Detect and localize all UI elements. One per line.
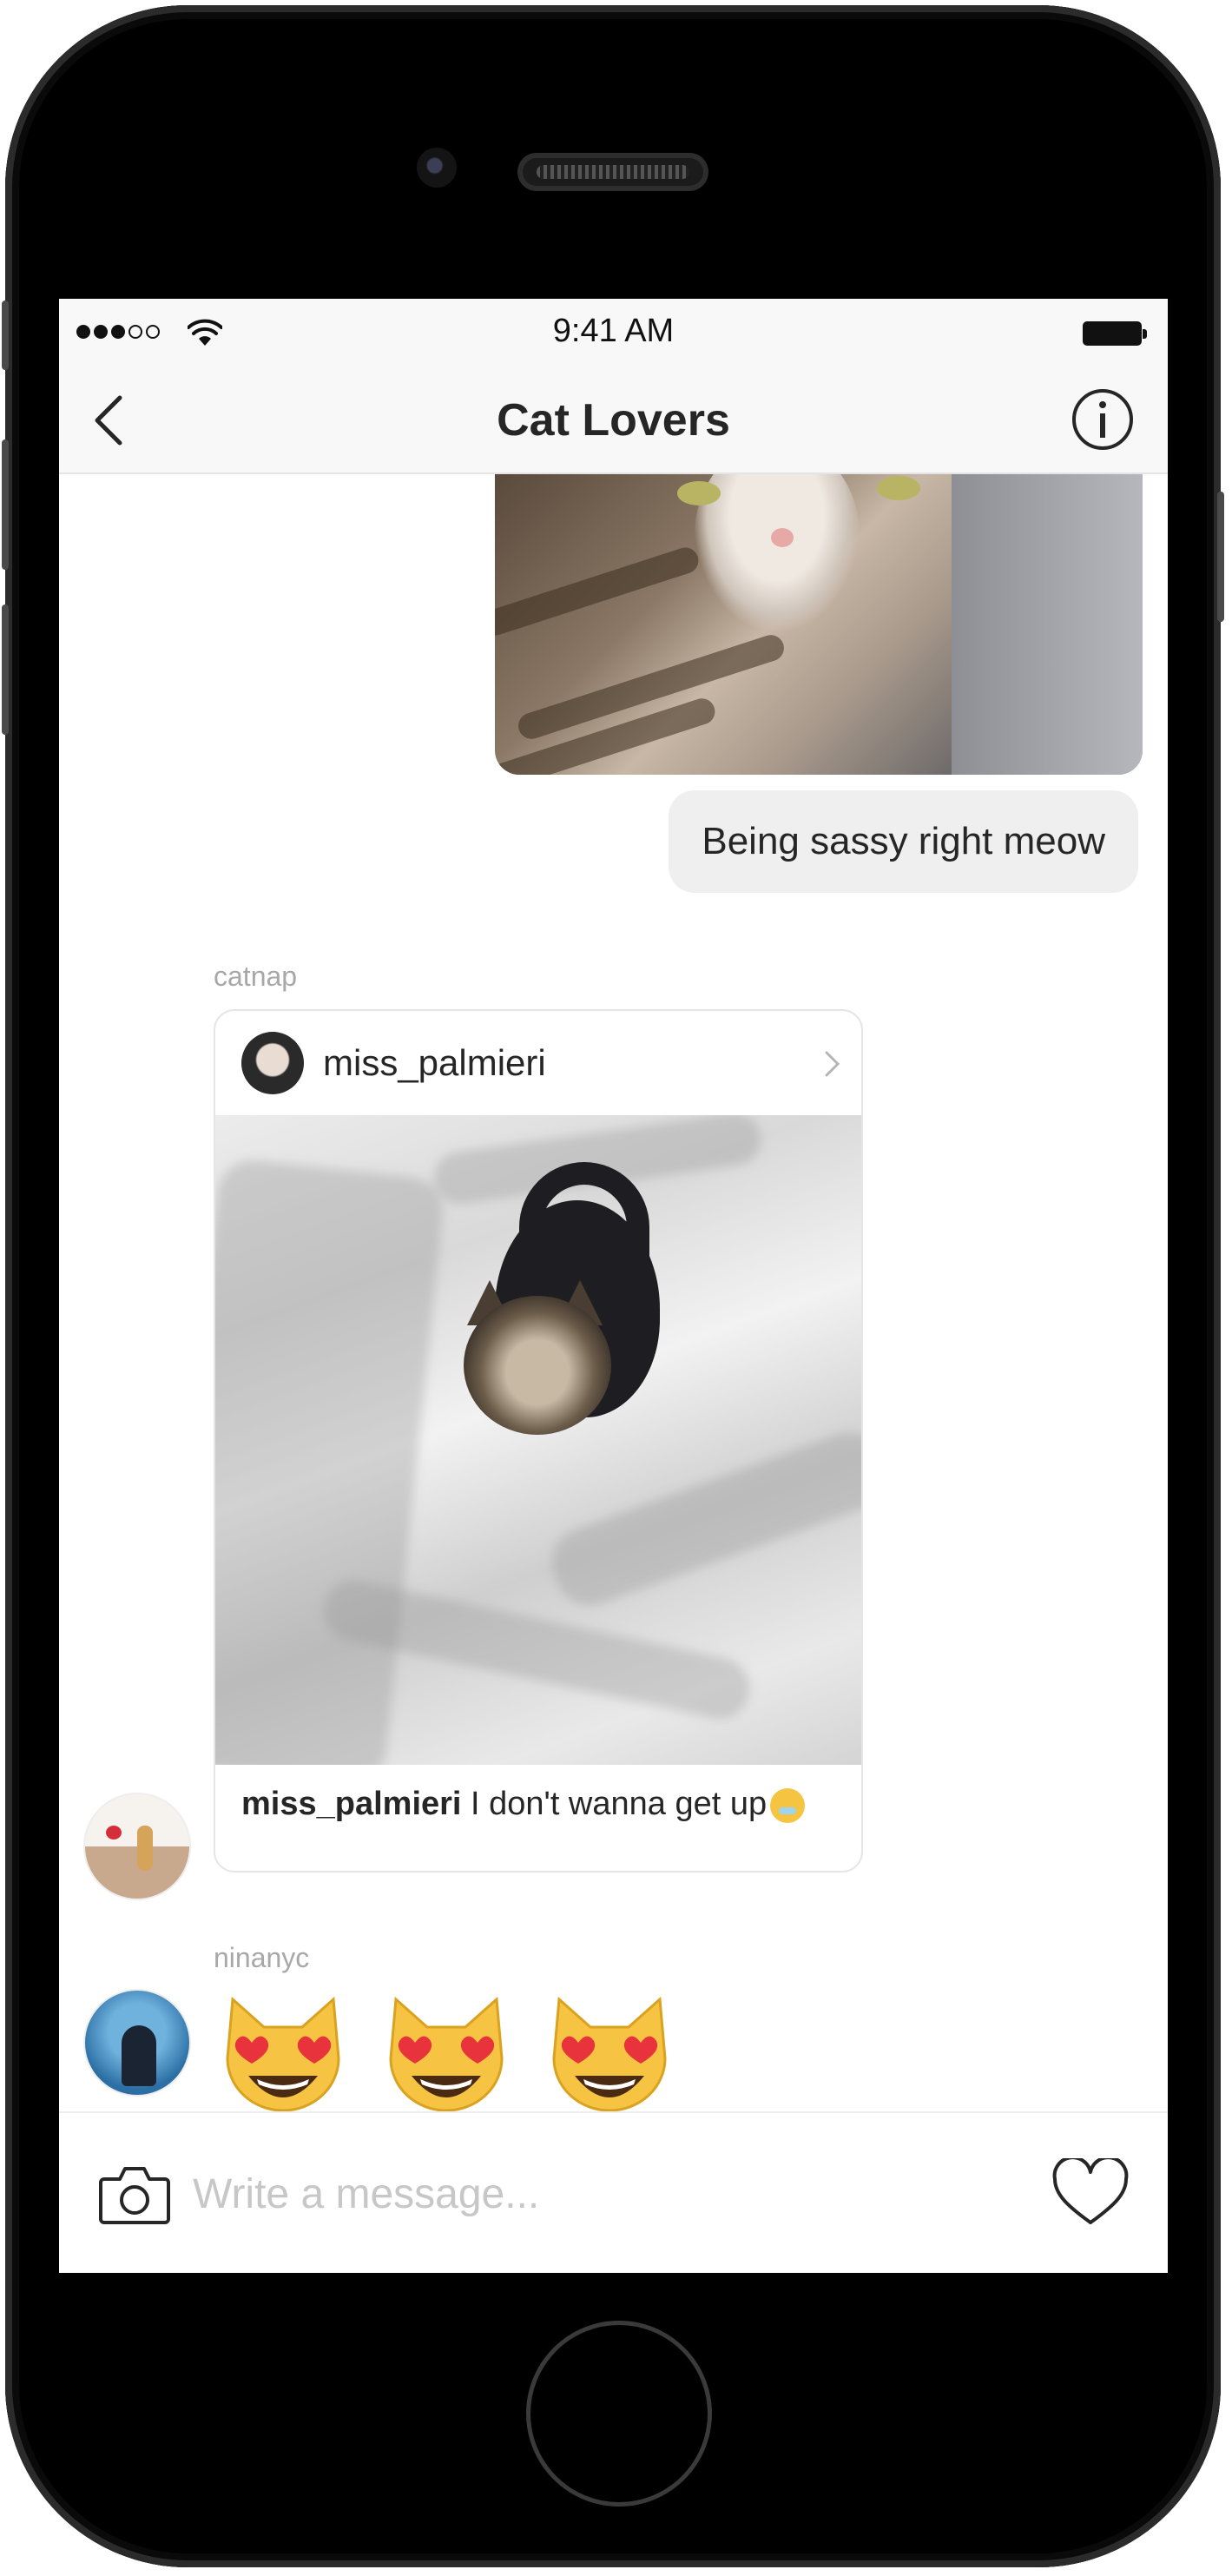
avatar[interactable]	[83, 1793, 191, 1900]
avatar	[241, 1032, 304, 1094]
shared-post-image[interactable]	[215, 1115, 861, 1765]
battery-icon	[1083, 321, 1147, 346]
camera-icon[interactable]	[97, 2158, 172, 2228]
avatar[interactable]	[83, 1989, 191, 2097]
sent-text-bubble[interactable]: Being sassy right meow	[669, 790, 1138, 893]
status-bar: 9:41 AM	[59, 299, 1168, 361]
power-button	[1217, 492, 1224, 622]
shared-post-header[interactable]: miss_palmieri	[215, 1011, 861, 1115]
chevron-right-icon	[825, 1051, 840, 1077]
sender-name-label: ninanyc	[214, 1942, 310, 1973]
home-button[interactable]	[526, 2321, 712, 2507]
info-circle-icon[interactable]	[1071, 387, 1135, 452]
shared-post-card[interactable]: miss_palmieri miss_palmieri I don't wann…	[214, 1009, 863, 1873]
sent-photo-message[interactable]	[495, 474, 1143, 775]
status-time: 9:41 AM	[552, 313, 675, 349]
message-input[interactable]	[191, 2150, 976, 2238]
sender-name-label: catnap	[214, 961, 298, 992]
mute-switch	[2, 301, 9, 370]
screen: 9:41 AM Cat Lovers Being sassy right meo…	[59, 299, 1168, 2273]
heart-icon[interactable]	[1051, 2158, 1130, 2228]
navigation-bar: Cat Lovers	[59, 361, 1168, 474]
heart-eyes-cat-icon	[389, 1996, 504, 2112]
volume-up-button	[2, 439, 9, 570]
emoji-message[interactable]	[214, 1989, 679, 2112]
message-thread[interactable]: Being sassy right meow catnap miss_palmi…	[59, 474, 1168, 2112]
volume-down-button	[2, 604, 9, 735]
caption-username: miss_palmieri	[241, 1786, 462, 1822]
thread-title: Cat Lovers	[497, 395, 730, 446]
earpiece-speaker	[517, 153, 708, 191]
message-composer	[59, 2111, 1168, 2273]
post-caption: miss_palmieri I don't wanna get up	[241, 1786, 806, 1823]
sweat-emoji-icon	[770, 1787, 806, 1823]
heart-eyes-cat-icon	[226, 1996, 340, 2112]
caption-text: I don't wanna get up	[461, 1786, 768, 1822]
heart-eyes-cat-icon	[552, 1996, 667, 2112]
front-camera	[417, 148, 457, 188]
post-username: miss_palmieri	[323, 1042, 546, 1083]
